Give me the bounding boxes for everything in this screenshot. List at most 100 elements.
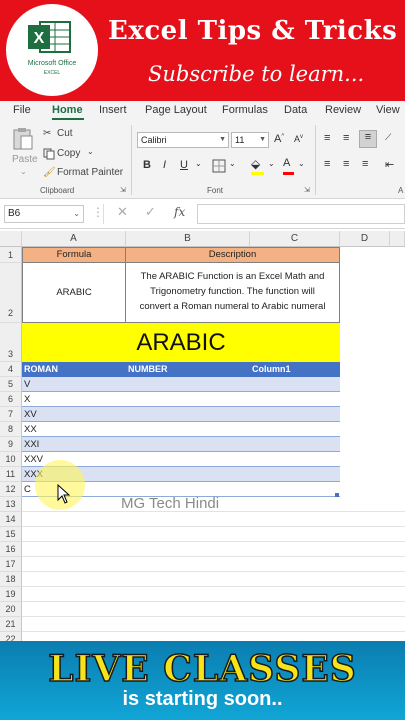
row-header-19[interactable]: 19 [0, 587, 22, 602]
font-launcher-icon[interactable]: ⇲ [304, 186, 310, 194]
roman-header[interactable]: ROMAN [24, 364, 58, 374]
number-header[interactable]: NUMBER [128, 364, 168, 374]
column-header-b[interactable]: B [126, 231, 250, 247]
row-header-6[interactable]: 6 [0, 392, 22, 407]
column1-header[interactable]: Column1 [252, 364, 291, 374]
row-header-21[interactable]: 21 [0, 617, 22, 632]
tab-view[interactable]: View [376, 104, 400, 116]
roman-cell[interactable]: C [24, 484, 31, 495]
align-right-icon[interactable]: ≡ [362, 158, 368, 170]
insert-function-button[interactable]: fx [174, 205, 185, 219]
enter-icon[interactable]: ✓ [145, 204, 156, 220]
align-middle-icon[interactable]: ≡ [343, 132, 349, 144]
copy-button[interactable]: Copy [57, 148, 80, 159]
cut-icon[interactable]: ✂ [43, 128, 51, 139]
row-header-15[interactable]: 15 [0, 527, 22, 542]
row-header-7[interactable]: 7 [0, 407, 22, 422]
clipboard-launcher-icon[interactable]: ⇲ [120, 186, 126, 194]
table-row[interactable] [22, 392, 340, 407]
cut-button[interactable]: Cut [57, 128, 73, 139]
tab-file[interactable]: File [13, 104, 31, 116]
row-header-10[interactable]: 10 [0, 452, 22, 467]
table-row[interactable] [22, 422, 340, 437]
row-header-11[interactable]: 11 [0, 467, 22, 482]
row-header-12[interactable]: 12 [0, 482, 22, 497]
format-painter-button[interactable]: Format Painter [57, 167, 123, 178]
row-header-16[interactable]: 16 [0, 542, 22, 557]
column-header-d[interactable]: D [340, 231, 390, 247]
copy-icon[interactable] [43, 148, 55, 160]
row-header-17[interactable]: 17 [0, 557, 22, 572]
cancel-icon[interactable]: ✕ [117, 204, 128, 220]
select-all-corner[interactable] [0, 231, 22, 247]
font-name-select[interactable]: Calibri ▼ [137, 132, 229, 148]
align-bottom-icon[interactable]: ≡ [359, 130, 377, 148]
copy-dropdown-icon[interactable]: ⌄ [87, 147, 94, 156]
paste-dropdown-icon[interactable]: ⌄ [20, 167, 27, 176]
row-header-2[interactable]: 2 [0, 263, 22, 323]
column-header-e[interactable] [390, 231, 405, 247]
banner-title: Excel Tips & Tricks [108, 16, 398, 46]
align-center-icon[interactable]: ≡ [343, 158, 349, 170]
roman-cell[interactable]: V [24, 379, 30, 390]
borders-dropdown-icon[interactable]: ⌄ [229, 159, 236, 168]
formula-header-cell[interactable]: Formula [22, 247, 126, 263]
bold-button[interactable]: B [143, 159, 151, 171]
ribbon-separator [315, 125, 316, 195]
row-header-18[interactable]: 18 [0, 572, 22, 587]
paste-button[interactable]: Paste [12, 154, 38, 165]
font-color-icon[interactable]: A [283, 157, 294, 175]
row-header-8[interactable]: 8 [0, 422, 22, 437]
alignment-group-label: A [398, 186, 404, 195]
row-header-9[interactable]: 9 [0, 437, 22, 452]
italic-button[interactable]: I [163, 159, 166, 171]
column-header-c[interactable]: C [250, 231, 340, 247]
align-left-icon[interactable]: ≡ [324, 158, 330, 170]
column-header-a[interactable]: A [22, 231, 126, 247]
table-row[interactable] [22, 407, 340, 422]
roman-cell[interactable]: XX [24, 424, 37, 435]
orientation-icon[interactable]: ⟋ [385, 132, 391, 143]
row-header-3[interactable]: 3 [0, 323, 22, 362]
font-size-select[interactable]: 11 ▼ [231, 132, 269, 148]
row-header-4[interactable]: 4 [0, 362, 22, 377]
paste-icon[interactable] [12, 127, 34, 151]
tab-data[interactable]: Data [284, 104, 307, 116]
borders-icon[interactable] [212, 159, 226, 173]
fill-color-icon[interactable]: ⬙ [251, 157, 264, 175]
roman-cell[interactable]: XV [24, 409, 37, 420]
roman-cell[interactable]: XXV [24, 454, 43, 465]
table-resize-handle[interactable] [335, 493, 339, 497]
row-header-20[interactable]: 20 [0, 602, 22, 617]
row-header-13[interactable]: 13 [0, 497, 22, 512]
table-row[interactable] [22, 437, 340, 452]
description-cell[interactable]: The ARABIC Function is an Excel Math and… [125, 262, 340, 323]
underline-button[interactable]: U [180, 159, 188, 171]
tab-page-layout[interactable]: Page Layout [145, 104, 207, 116]
format-painter-icon[interactable]: 🖌 [43, 167, 56, 178]
roman-cell[interactable]: XXI [24, 439, 39, 450]
underline-dropdown-icon[interactable]: ⌄ [195, 159, 202, 168]
worksheet-grid[interactable]: A B C D 1 2 3 4 5 6 7 8 9 10 11 12 13 14… [0, 231, 405, 641]
row-header-22[interactable]: 22 [0, 632, 22, 641]
arabic-title-cell[interactable]: ARABIC [22, 323, 340, 362]
fill-color-dropdown-icon[interactable]: ⌄ [268, 159, 275, 168]
description-header-cell[interactable]: Description [125, 247, 340, 263]
roman-cell[interactable]: X [24, 394, 30, 405]
decrease-font-size-icon[interactable]: Av [294, 134, 303, 144]
increase-font-size-icon[interactable]: A^ [274, 133, 284, 145]
tab-review[interactable]: Review [325, 104, 361, 116]
decrease-indent-icon[interactable]: ⇤ [385, 158, 394, 171]
row-header-5[interactable]: 5 [0, 377, 22, 392]
font-color-dropdown-icon[interactable]: ⌄ [298, 159, 305, 168]
align-top-icon[interactable]: ≡ [324, 132, 330, 144]
tab-formulas[interactable]: Formulas [222, 104, 268, 116]
formula-input[interactable] [197, 204, 405, 224]
tab-insert[interactable]: Insert [99, 104, 127, 116]
formula-name-cell[interactable]: ARABIC [22, 262, 126, 323]
tab-home[interactable]: Home [52, 104, 83, 116]
row-header-1[interactable]: 1 [0, 247, 22, 263]
name-box[interactable]: B6 ⌄ [4, 205, 84, 223]
row-header-14[interactable]: 14 [0, 512, 22, 527]
table-row[interactable] [22, 377, 340, 392]
